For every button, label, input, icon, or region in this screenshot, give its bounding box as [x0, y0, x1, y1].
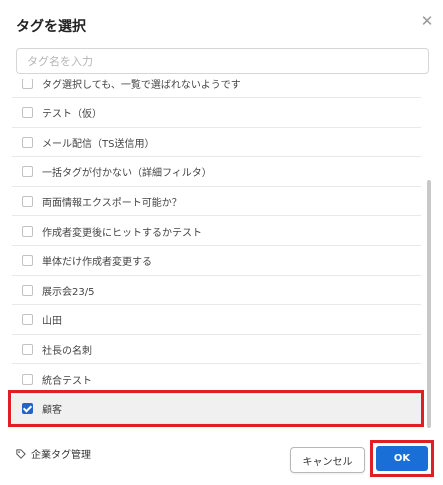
tag-row[interactable]: タグ選択しても、一覧で選ばれないようです	[12, 79, 421, 98]
tag-label: タグ選択しても、一覧で選ばれないようです	[42, 79, 241, 91]
tag-list: タグ選択しても、一覧で選ばれないようです テスト（仮） メール配信（TS送信用） 一括…	[12, 79, 432, 424]
close-icon[interactable]: ✕	[419, 13, 435, 29]
tag-label: 一括タグが付かない（詳細フィルタ）	[42, 168, 212, 180]
tag-row[interactable]: 一括タグが付かない（詳細フィルタ）	[12, 158, 421, 187]
tag-row[interactable]: 作成者変更後にヒットするかテスト	[12, 217, 421, 246]
tag-checkbox[interactable]	[22, 195, 33, 207]
tag-icon	[16, 448, 26, 459]
dialog-title: タグを選択	[16, 19, 86, 35]
cancel-button[interactable]: キャンセル	[290, 447, 365, 473]
tag-checkbox[interactable]	[22, 136, 33, 148]
tag-label: 展示会23/5	[42, 286, 95, 298]
tag-label: テスト（仮）	[42, 109, 102, 121]
tag-row[interactable]: テスト（仮）	[12, 99, 421, 128]
tag-checkbox[interactable]	[22, 343, 33, 355]
tag-label: 両面情報エクスポート可能か？	[42, 197, 182, 209]
tag-label: 統合テスト	[42, 375, 92, 387]
tag-row[interactable]: 社長の名刺	[12, 335, 421, 365]
manage-company-tags-link[interactable]: 企業タグ管理	[16, 446, 91, 461]
tag-label: 顧客	[42, 405, 62, 417]
tag-checkbox[interactable]	[22, 166, 33, 178]
tag-label: 社長の名刺	[42, 345, 92, 357]
tag-checkbox[interactable]	[22, 107, 33, 119]
tag-row[interactable]: メール配信（TS送信用）	[12, 128, 421, 158]
tag-label: 単体だけ作成者変更する	[42, 257, 152, 269]
tag-checkbox[interactable]	[22, 403, 33, 415]
tag-search-input[interactable]	[16, 48, 429, 74]
tag-checkbox[interactable]	[22, 255, 33, 267]
tag-checkbox[interactable]	[22, 284, 33, 296]
tag-label: 山田	[42, 316, 62, 328]
tag-checkbox[interactable]	[22, 373, 33, 385]
tag-label: メール配信（TS送信用）	[42, 138, 155, 150]
tag-checkbox[interactable]	[22, 79, 33, 89]
tag-list-scrollbar[interactable]	[427, 180, 431, 428]
tag-row[interactable]: 単体だけ作成者変更する	[12, 247, 421, 276]
tag-checkbox[interactable]	[22, 314, 33, 326]
tag-row[interactable]: 展示会23/5	[12, 276, 421, 306]
tag-row[interactable]: 両面情報エクスポート可能か？	[12, 187, 421, 217]
manage-company-tags-label: 企業タグ管理	[31, 450, 91, 461]
tag-label: 作成者変更後にヒットするかテスト	[42, 227, 202, 239]
tag-checkbox[interactable]	[22, 225, 33, 237]
ok-button[interactable]: OK	[376, 446, 428, 471]
tag-select-dialog: タグを選択 ✕ タグ選択しても、一覧で選ばれないようですテスト（仮） メール配信（…	[0, 0, 443, 485]
tag-row[interactable]: 顧客	[12, 394, 421, 424]
tag-row[interactable]: 統合テスト	[12, 365, 421, 394]
tag-row[interactable]: 山田	[12, 306, 421, 335]
